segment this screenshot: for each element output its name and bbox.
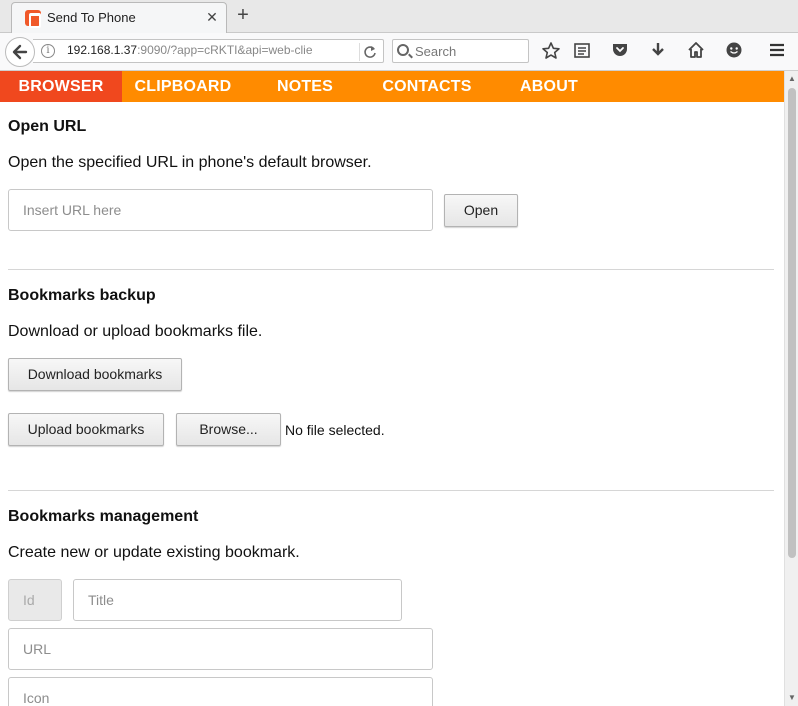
- upload-bookmarks-button[interactable]: Upload bookmarks: [8, 413, 164, 446]
- new-tab-icon[interactable]: +: [232, 4, 254, 28]
- hamburger-menu-icon[interactable]: [766, 41, 788, 63]
- pocket-icon[interactable]: [609, 41, 631, 63]
- bookmark-star-icon[interactable]: [540, 41, 562, 63]
- back-arrow-icon: [12, 44, 28, 60]
- back-button[interactable]: [5, 37, 35, 67]
- reload-icon[interactable]: [359, 43, 377, 61]
- open-url-title: Open URL: [8, 118, 87, 135]
- app-menu-bar: BROWSER CLIPBOARD NOTES CONTACTS ABOUT: [0, 71, 784, 102]
- download-bookmarks-button[interactable]: Download bookmarks: [8, 358, 182, 391]
- bookmark-url-field[interactable]: [8, 628, 433, 670]
- scroll-down-arrow-icon[interactable]: ▼: [788, 694, 796, 702]
- browse-file-button[interactable]: Browse...: [176, 413, 281, 446]
- search-bar[interactable]: [392, 39, 529, 63]
- open-url-description: Open the specified URL in phone's defaul…: [8, 154, 372, 171]
- menu-item-browser[interactable]: BROWSER: [0, 71, 122, 102]
- reading-list-icon[interactable]: [571, 41, 593, 63]
- file-status-text: No file selected.: [285, 422, 385, 438]
- info-icon[interactable]: i: [41, 44, 55, 58]
- section-divider: [8, 269, 774, 270]
- page-content: BROWSER CLIPBOARD NOTES CONTACTS ABOUT O…: [0, 71, 784, 706]
- search-icon: [397, 44, 409, 56]
- url-rest: :9090/?app=cRKTI&api=web-clie: [137, 43, 313, 57]
- section-divider: [8, 490, 774, 491]
- tab-title: Send To Phone: [47, 10, 136, 25]
- close-tab-icon[interactable]: ✕: [204, 7, 220, 27]
- search-input[interactable]: [415, 42, 525, 60]
- send-to-phone-favicon-icon: [25, 10, 41, 28]
- bookmarks-management-title: Bookmarks management: [8, 508, 199, 525]
- bookmarks-management-description: Create new or update existing bookmark.: [8, 544, 300, 561]
- menu-item-about[interactable]: ABOUT: [488, 71, 610, 102]
- navigation-toolbar: i 192.168.1.37:9090/?app=cRKTI&api=web-c…: [0, 33, 798, 71]
- download-icon[interactable]: [647, 41, 669, 63]
- smiley-icon[interactable]: [723, 41, 745, 63]
- bookmark-title-field[interactable]: [73, 579, 402, 621]
- page-scrollbar[interactable]: ▲ ▼: [784, 71, 798, 706]
- bookmark-id-field: [8, 579, 62, 621]
- home-icon[interactable]: [685, 41, 707, 63]
- menu-item-notes[interactable]: NOTES: [244, 71, 366, 102]
- scroll-up-arrow-icon[interactable]: ▲: [788, 75, 796, 83]
- bookmarks-backup-description: Download or upload bookmarks file.: [8, 323, 263, 340]
- url-host: 192.168.1.37: [67, 43, 138, 57]
- open-button[interactable]: Open: [444, 194, 518, 227]
- menu-item-contacts[interactable]: CONTACTS: [366, 71, 488, 102]
- tab-strip: Send To Phone ✕ +: [0, 0, 798, 34]
- browser-tab[interactable]: Send To Phone ✕: [11, 2, 227, 34]
- url-bar[interactable]: i 192.168.1.37:9090/?app=cRKTI&api=web-c…: [33, 39, 384, 63]
- bookmarks-backup-title: Bookmarks backup: [8, 287, 156, 304]
- url-text[interactable]: 192.168.1.37:9090/?app=cRKTI&api=web-cli…: [67, 43, 351, 57]
- url-input[interactable]: [8, 189, 433, 231]
- menu-item-clipboard[interactable]: CLIPBOARD: [122, 71, 244, 102]
- bookmark-icon-field[interactable]: [8, 677, 433, 706]
- scrollbar-thumb[interactable]: [788, 88, 796, 558]
